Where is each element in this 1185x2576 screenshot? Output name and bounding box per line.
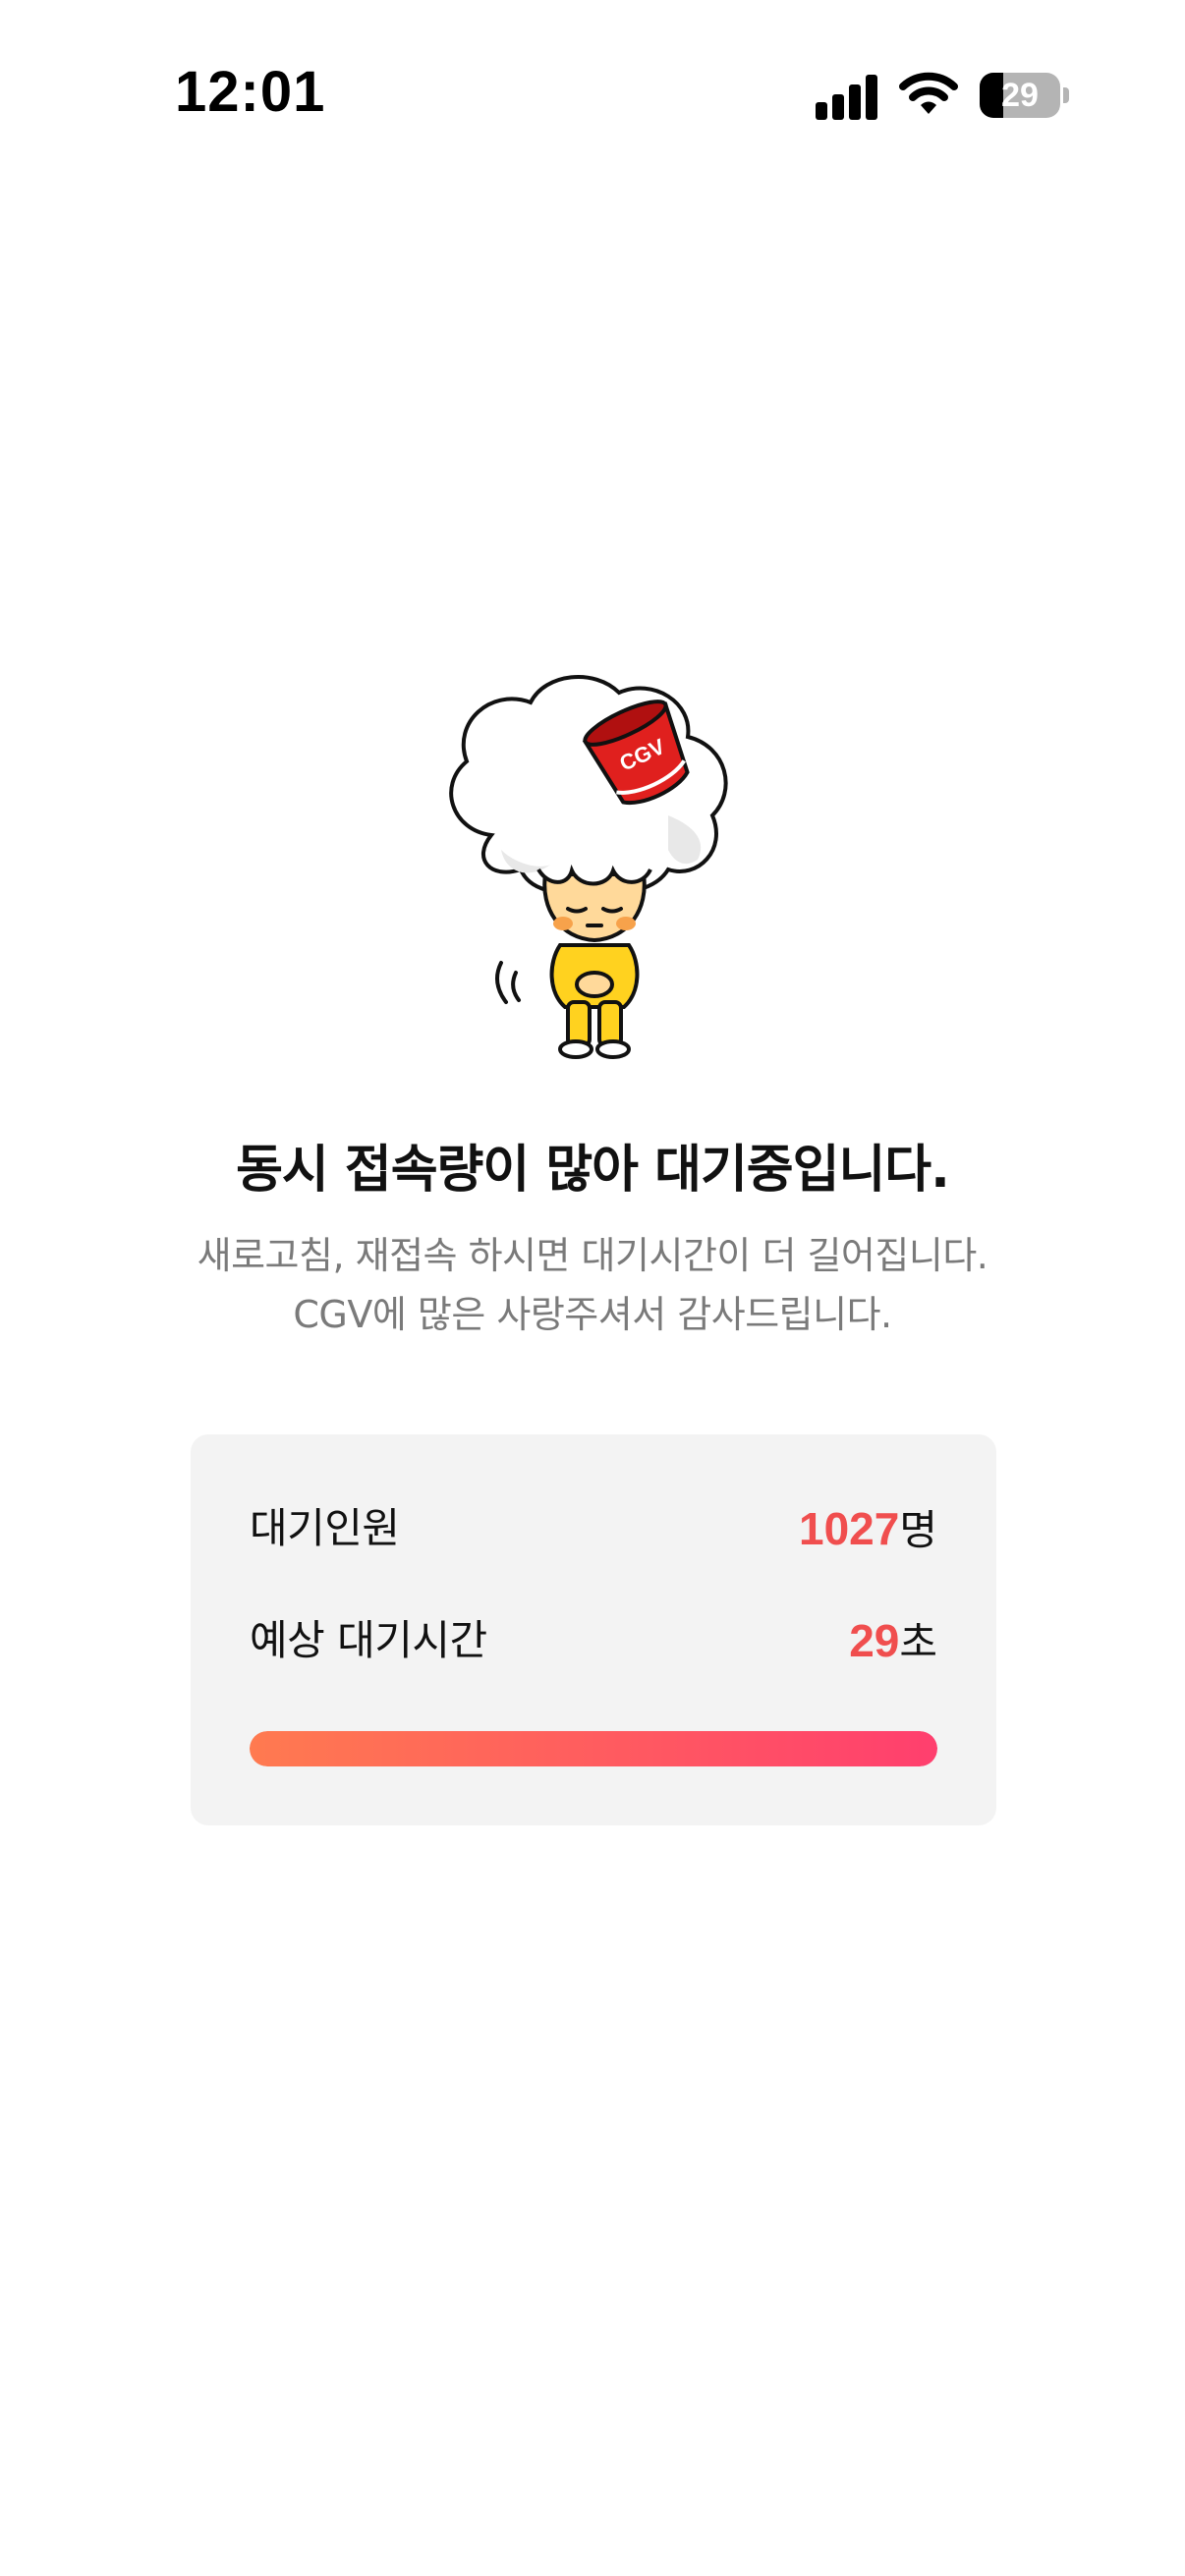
waiting-count-unit: 명 bbox=[899, 1506, 937, 1554]
queue-progress-fill bbox=[250, 1731, 937, 1766]
estimated-time-value: 29초 bbox=[849, 1611, 937, 1681]
waiting-message: 새로고침, 재접속 하시면 대기시간이 더 길어집니다. CGV에 많은 사랑주… bbox=[0, 1226, 1185, 1344]
message-line-2: CGV에 많은 사랑주셔서 감사드립니다. bbox=[293, 1293, 892, 1336]
page-title: 동시 접속량이 많아 대기중입니다. bbox=[236, 1141, 950, 1200]
waiting-count-label: 대기인원 bbox=[250, 1504, 400, 1552]
waiting-count-number: 1027 bbox=[799, 1503, 900, 1554]
waiting-room-screen: 12:01 29 CGV 동시 접속량이 많아 대기중입니다. 새로고침, 재접… bbox=[0, 0, 1185, 2576]
estimated-time-unit: 초 bbox=[899, 1618, 937, 1666]
wifi-icon bbox=[899, 72, 958, 114]
estimated-time-row: 예상 대기시간 29초 bbox=[250, 1611, 937, 1670]
signal-icon bbox=[816, 71, 878, 120]
status-time: 12:01 bbox=[175, 60, 326, 124]
queue-info-card: 대기인원 1027명 예상 대기시간 29초 bbox=[191, 1434, 996, 1825]
battery-icon: 29 bbox=[980, 73, 1070, 118]
estimated-time-number: 29 bbox=[849, 1615, 900, 1666]
status-bar: 12:01 29 bbox=[0, 0, 1185, 187]
cgv-mascot-illustration: CGV bbox=[449, 675, 728, 1059]
estimated-time-label: 예상 대기시간 bbox=[250, 1616, 487, 1664]
queue-progress-bar bbox=[250, 1731, 937, 1766]
waiting-count-row: 대기인원 1027명 bbox=[250, 1499, 937, 1558]
waiting-count-value: 1027명 bbox=[799, 1499, 937, 1569]
message-line-1: 새로고침, 재접속 하시면 대기시간이 더 길어집니다. bbox=[197, 1234, 988, 1277]
battery-level: 29 bbox=[1001, 77, 1039, 114]
